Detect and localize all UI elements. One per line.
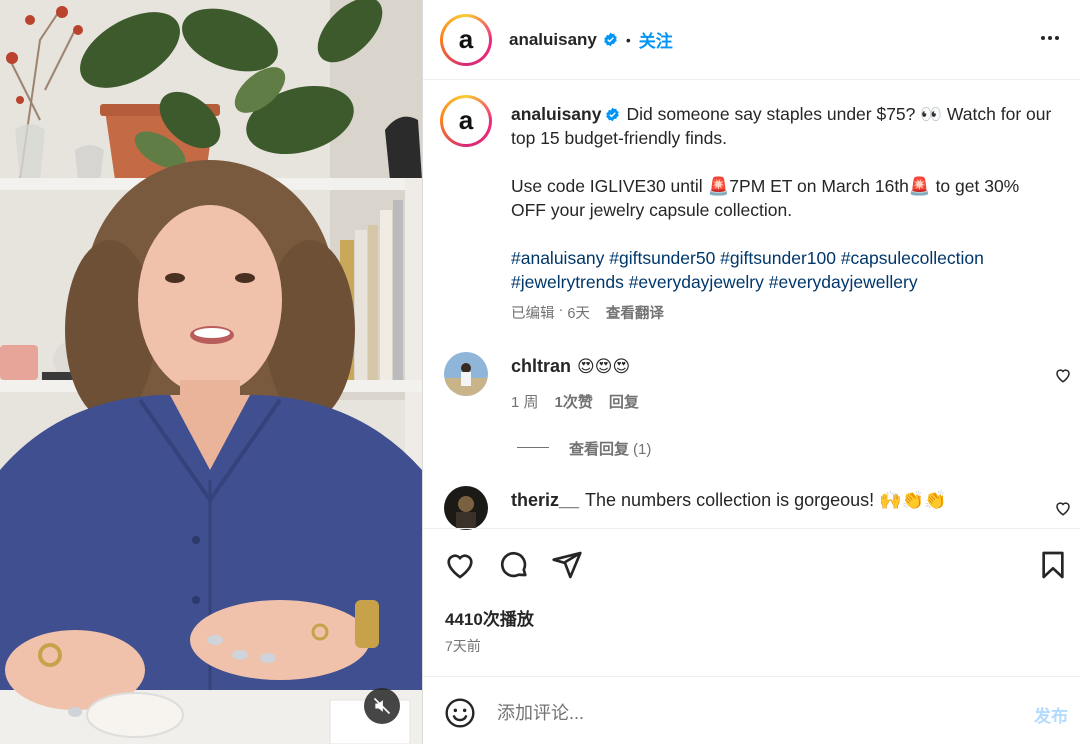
heart-icon[interactable] (444, 549, 476, 581)
avatar-letter: a (458, 23, 474, 54)
caption-username[interactable]: analuisany (511, 104, 601, 124)
author-avatar[interactable]: a (440, 14, 492, 66)
heart-icon[interactable] (1054, 499, 1072, 517)
comment-text: The numbers collection is gorgeous! 🙌👏👏 (585, 490, 947, 510)
verified-badge-icon (604, 32, 617, 47)
avatar-letter: a (458, 104, 474, 135)
edited-label: 已编辑 (511, 306, 555, 322)
commenter-avatar[interactable] (444, 352, 488, 396)
post-video[interactable] (0, 0, 422, 744)
caption-line-2: Use code IGLIVE30 until 🚨7PM ET on March… (511, 176, 1020, 220)
replies-line (517, 447, 549, 448)
caption-author-avatar[interactable]: a (440, 95, 492, 147)
verified-badge-icon (606, 107, 620, 122)
add-comment-bar: 发布 (423, 676, 1080, 744)
comment-age: 1 周 (511, 394, 539, 411)
caption-meta: 已编辑 · 6天 查看翻译 (511, 302, 664, 323)
reply-button[interactable]: 回复 (609, 391, 639, 412)
comment-meta: 1 周 1次赞 回复 (511, 391, 639, 412)
comment-bubble-icon[interactable] (498, 549, 530, 581)
bookmark-icon[interactable] (1037, 549, 1069, 581)
author-username[interactable]: analuisany (509, 30, 597, 50)
heart-icon[interactable] (1054, 366, 1072, 384)
post-comment-button[interactable]: 发布 (1034, 702, 1068, 727)
comment-input[interactable] (497, 699, 997, 727)
comment-text: 😍😍😍 (577, 357, 631, 377)
post-details-panel: a analuisany • 关注 a analuisany Did someo… (423, 0, 1080, 744)
comment-username[interactable]: theriz__ (511, 490, 579, 510)
view-replies-button[interactable]: 查看回复 (1) (569, 438, 651, 459)
mute-button[interactable] (364, 688, 400, 724)
post-header: a analuisany • 关注 (423, 0, 1080, 80)
post-actions: 4410次播放 7天前 (423, 528, 1080, 676)
caption-age: 6天 (567, 306, 590, 322)
caption-hashtags[interactable]: #analuisany #giftsunder50 #giftsunder100… (511, 246, 1059, 294)
posted-time: 7天前 (445, 638, 481, 654)
play-count: 4410次播放 (445, 610, 534, 629)
paper-plane-icon[interactable] (551, 549, 583, 581)
emoji-smile-icon[interactable] (444, 697, 476, 729)
commenter-avatar[interactable] (444, 486, 488, 530)
meta-dot: · (558, 302, 564, 318)
see-translation-link[interactable]: 查看翻译 (606, 302, 664, 323)
more-horizontal-icon[interactable] (1038, 26, 1062, 50)
speaker-muted-icon (373, 697, 391, 715)
video-frame-image (0, 0, 422, 744)
follow-button[interactable]: 关注 (639, 27, 673, 52)
caption-text: analuisany Did someone say staples under… (511, 102, 1059, 294)
separator-dot: • (625, 31, 631, 48)
comment-likes[interactable]: 1次赞 (555, 391, 593, 412)
comment-username[interactable]: chltran (511, 356, 571, 376)
